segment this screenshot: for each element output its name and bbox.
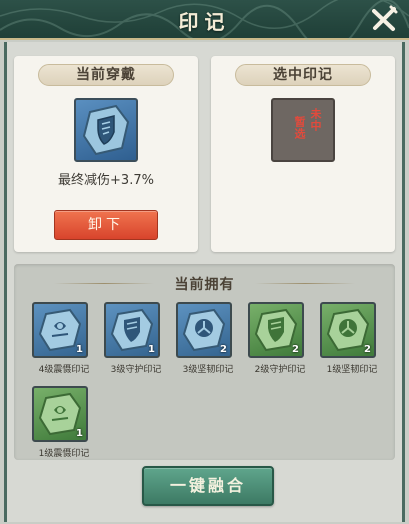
empty-text-line2: 暂选 bbox=[293, 116, 306, 140]
item-label: 1级坚韧印记 bbox=[326, 365, 378, 375]
item-label: 2级守护印记 bbox=[254, 365, 306, 375]
rune-tile: 1 bbox=[104, 302, 160, 358]
rune-tile: 2 bbox=[320, 302, 376, 358]
selected-card: 选中印记 未中 暂选 bbox=[211, 56, 395, 252]
owned-item[interactable]: 1 3级守护印记 bbox=[100, 302, 172, 380]
worn-tag: 当前穿戴 bbox=[38, 64, 174, 86]
item-count: 1 bbox=[148, 344, 155, 355]
page-title: 印记 bbox=[178, 10, 231, 34]
owned-item[interactable]: 1 4级震慑印记 bbox=[28, 302, 100, 380]
worn-stat-text: 最终减伤+3.7% bbox=[58, 173, 154, 188]
owned-panel: 当前拥有 1 4级震慑印记 1 3级守护印记 2 3级坚韧印记 2 2级守护印记… bbox=[14, 264, 395, 460]
item-count: 1 bbox=[76, 344, 83, 355]
header-bar: 印记 bbox=[0, 0, 409, 40]
rune-tile: 2 bbox=[248, 302, 304, 358]
unequip-button[interactable]: 卸下 bbox=[54, 210, 158, 240]
item-count: 2 bbox=[364, 344, 371, 355]
rune-tile: 2 bbox=[176, 302, 232, 358]
close-icon bbox=[372, 5, 398, 31]
close-button[interactable] bbox=[369, 4, 399, 34]
item-count: 1 bbox=[76, 428, 83, 439]
rune-tile: 1 bbox=[32, 386, 88, 442]
worn-card: 当前穿戴 最终减伤+3.7% 卸下 bbox=[14, 56, 198, 252]
owned-title: 当前拥有 bbox=[174, 277, 235, 293]
item-count: 2 bbox=[220, 344, 227, 355]
owned-item[interactable]: 1 1级震慑印记 bbox=[28, 386, 100, 464]
item-count: 2 bbox=[292, 344, 299, 355]
item-label: 3级坚韧印记 bbox=[182, 365, 234, 375]
item-label: 1级震慑印记 bbox=[38, 449, 90, 459]
item-label: 4级震慑印记 bbox=[38, 365, 90, 375]
owned-item[interactable]: 2 3级坚韧印记 bbox=[172, 302, 244, 380]
merge-all-button[interactable]: 一键融合 bbox=[142, 466, 274, 506]
empty-text-line1: 未中 bbox=[309, 108, 322, 132]
rune-shield-icon bbox=[82, 104, 130, 156]
rune-tile: 1 bbox=[32, 302, 88, 358]
worn-rune-slot[interactable] bbox=[74, 98, 138, 162]
selected-tag: 选中印记 bbox=[235, 64, 371, 86]
owned-item[interactable]: 2 2级守护印记 bbox=[244, 302, 316, 380]
selected-rune-slot[interactable]: 未中 暂选 bbox=[271, 98, 335, 162]
item-label: 3级守护印记 bbox=[110, 365, 162, 375]
owned-item[interactable]: 2 1级坚韧印记 bbox=[316, 302, 388, 380]
